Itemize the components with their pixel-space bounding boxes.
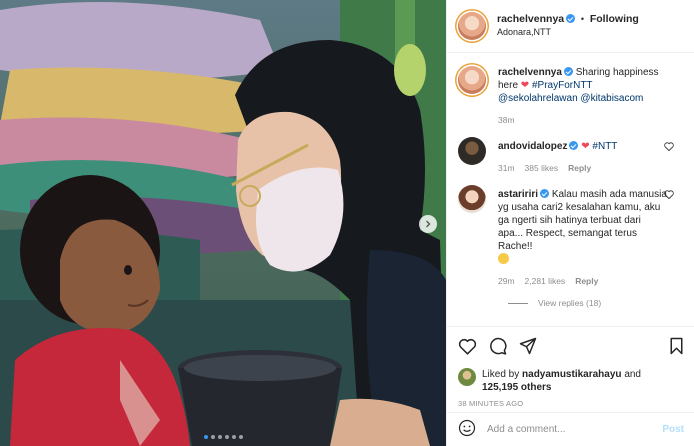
comment-hashtag[interactable]: #NTT <box>592 141 617 152</box>
comment-time[interactable]: 29m <box>498 275 515 288</box>
commenter-avatar[interactable] <box>458 137 486 165</box>
share-paper-plane-icon[interactable] <box>519 337 537 355</box>
carousel-dot <box>238 435 243 439</box>
comment-like-heart-icon[interactable] <box>664 190 674 202</box>
separator-dot: • <box>580 14 585 24</box>
post-photo[interactable] <box>0 0 446 446</box>
carousel-dot <box>203 435 208 439</box>
post-header: rachelvennya • Following Adonara,NTT <box>447 0 694 53</box>
post-location[interactable]: Adonara,NTT <box>497 26 639 39</box>
caption-author-avatar[interactable] <box>458 66 486 94</box>
liker-avatar[interactable] <box>458 368 476 386</box>
liked-by-prefix: Liked by <box>482 369 520 380</box>
author-username[interactable]: rachelvennya <box>497 13 564 25</box>
comment: astaririri Kalau masih ada manusia yg us… <box>458 185 684 288</box>
add-comment-bar: Post <box>447 412 694 446</box>
liked-by-others[interactable]: 125,195 others <box>482 382 552 393</box>
smile-emoji-icon <box>498 253 509 264</box>
caption-mention-2[interactable]: @kitabisacom <box>580 93 643 104</box>
reply-button[interactable]: Reply <box>575 275 598 288</box>
post-timestamp[interactable]: 38 MINUTES AGO <box>458 399 684 408</box>
instagram-post: rachelvennya • Following Adonara,NTT rac… <box>0 0 694 446</box>
likes-summary: Liked by nadyamustikarahayu and 125,195 … <box>458 368 684 394</box>
photo-scene <box>0 0 446 446</box>
following-button[interactable]: Following <box>590 13 639 25</box>
comment: andovidalopez ❤ #NTT 31m 385 likes Reply <box>458 137 684 175</box>
carousel-dot <box>217 435 222 439</box>
post-side-panel: rachelvennya • Following Adonara,NTT rac… <box>446 0 694 446</box>
comments-list[interactable]: rachelvennya Sharing happiness here ❤ #P… <box>447 53 694 326</box>
carousel-dot <box>224 435 229 439</box>
verified-badge-icon <box>563 67 573 76</box>
carousel-dot <box>231 435 236 439</box>
liked-by-and: and <box>624 369 641 380</box>
comment-time[interactable]: 31m <box>498 162 515 175</box>
reply-button[interactable]: Reply <box>568 162 591 175</box>
next-photo-button[interactable] <box>419 215 437 233</box>
carousel-dot <box>210 435 215 439</box>
add-comment-input[interactable] <box>487 424 657 435</box>
heart-emoji-icon: ❤ <box>520 80 530 91</box>
replies-divider <box>508 302 528 304</box>
post-comment-button[interactable]: Post <box>662 424 684 435</box>
verified-badge-icon <box>569 141 579 150</box>
caption-time[interactable]: 38m <box>498 114 515 127</box>
author-avatar[interactable] <box>458 12 486 40</box>
caption-hashtag[interactable]: #PrayForNTT <box>532 80 593 91</box>
verified-badge-icon <box>540 189 550 198</box>
heart-emoji-icon: ❤ <box>581 141 590 152</box>
like-heart-icon[interactable] <box>458 338 477 355</box>
comment-likes[interactable]: 2,281 likes <box>525 275 566 288</box>
view-replies-label: View replies (18) <box>538 298 602 308</box>
comment-username[interactable]: andovidalopez <box>498 141 567 152</box>
liked-by-user[interactable]: nadyamustikarahayu <box>522 369 622 380</box>
carousel-indicator <box>0 435 446 439</box>
chevron-right-icon <box>426 220 431 228</box>
comment-likes[interactable]: 385 likes <box>525 162 559 175</box>
emoji-picker-icon[interactable] <box>458 419 476 440</box>
caption: rachelvennya Sharing happiness here ❤ #P… <box>458 66 684 127</box>
bookmark-icon[interactable] <box>669 337 684 355</box>
caption-username[interactable]: rachelvennya <box>498 67 562 78</box>
comment-like-heart-icon[interactable] <box>664 142 674 154</box>
post-actions: Liked by nadyamustikarahayu and 125,195 … <box>447 326 694 408</box>
verified-badge-icon <box>566 14 576 23</box>
commenter-avatar[interactable] <box>458 185 486 213</box>
view-replies-button[interactable]: View replies (18) <box>508 298 684 308</box>
comment-bubble-icon[interactable] <box>489 337 507 355</box>
comment-username[interactable]: astaririri <box>498 189 538 200</box>
caption-mention-1[interactable]: @sekolahrelawan <box>498 93 578 104</box>
